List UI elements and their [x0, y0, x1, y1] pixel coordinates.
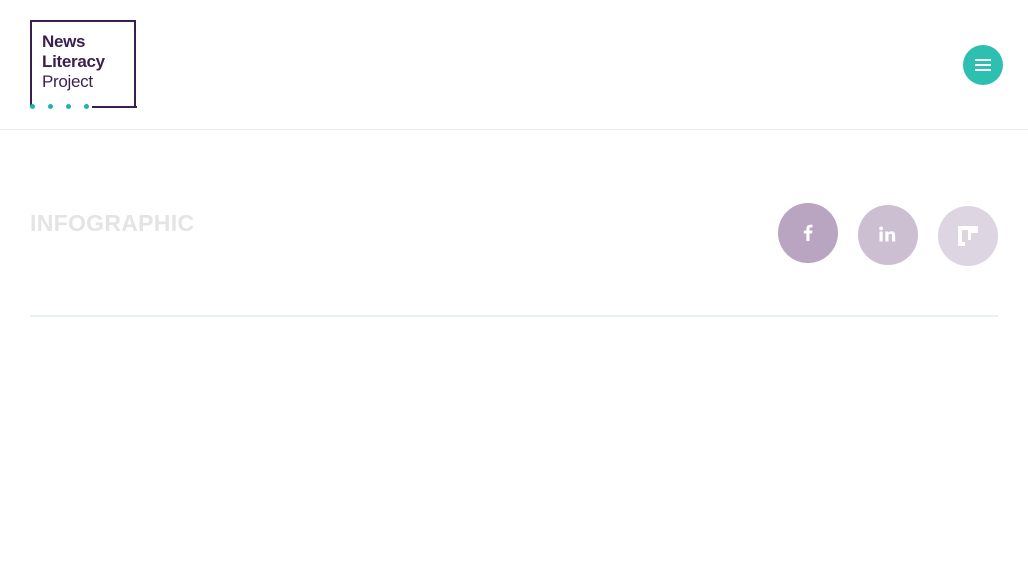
- share-flipboard-button[interactable]: [938, 206, 998, 266]
- logo-line-literacy: Literacy: [42, 52, 105, 71]
- share-facebook-button[interactable]: [778, 203, 838, 263]
- hamburger-icon: [975, 59, 991, 61]
- logo-frame-right: [134, 20, 136, 108]
- logo-frame-top: [30, 20, 136, 22]
- content-type-label: INFOGRAPHIC: [30, 210, 195, 236]
- site-header: News Literacy Project: [0, 0, 1028, 130]
- hamburger-icon-bar: [975, 64, 991, 66]
- logo-line-project: Project: [42, 72, 93, 91]
- linkedin-icon: [879, 226, 896, 242]
- logo-wordmark: News Literacy Project: [42, 32, 105, 92]
- menu-button[interactable]: [963, 45, 1003, 85]
- section-divider: [30, 315, 998, 317]
- logo-dots: [30, 104, 100, 110]
- facebook-icon: [803, 224, 813, 241]
- logo-line-news: News: [42, 32, 86, 51]
- logo-dot: [84, 104, 89, 109]
- logo-dot: [48, 104, 53, 109]
- share-linkedin-button[interactable]: [858, 205, 918, 265]
- hamburger-icon-bar: [975, 69, 991, 71]
- logo-dot: [30, 104, 35, 109]
- logo-dot: [66, 104, 71, 109]
- flipboard-icon: [958, 226, 978, 246]
- logo-frame-left: [30, 20, 32, 106]
- news-literacy-project-logo[interactable]: News Literacy Project: [30, 20, 137, 110]
